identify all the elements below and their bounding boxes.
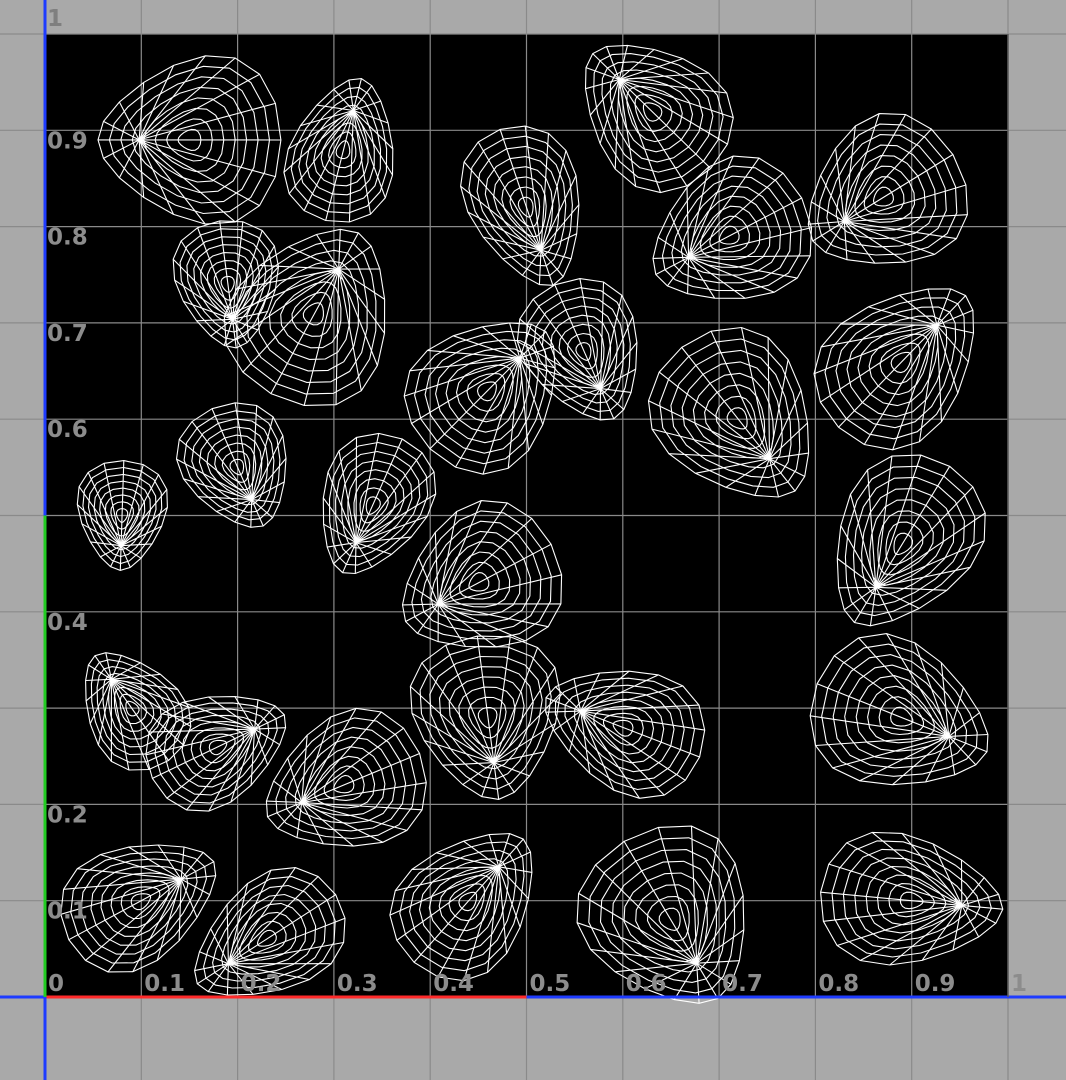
v-tick-label: 1 (47, 6, 63, 32)
v-tick-label: 0.9 (47, 128, 88, 154)
island-spoke (355, 437, 358, 543)
u-tick-label: 1 (1011, 971, 1027, 997)
u-tick-label: 0.3 (337, 971, 378, 997)
v-tick-label: 0.7 (47, 321, 88, 347)
v-tick-label: 0.4 (47, 610, 88, 636)
u-tick-label: 0.8 (818, 971, 859, 997)
u-tick-label: 0 (48, 971, 64, 997)
uv-editor-viewport[interactable]: 0 0.1 0.2 0.3 0.4 0.5 0.6 0.7 0.8 0.9 1 1 0.9 0.8 0.7 0… (0, 0, 1066, 1080)
v-tick-label: 0.2 (47, 802, 88, 828)
u-tick-label: 0.2 (241, 971, 282, 997)
u-tick-label: 0.1 (144, 971, 185, 997)
island-spoke (838, 586, 876, 589)
u-tick-label: 0.9 (915, 971, 956, 997)
u-tick-label: 0.6 (626, 971, 667, 997)
v-tick-label: 0.1 (47, 899, 88, 925)
u-tick-label: 0.5 (530, 971, 571, 997)
v-tick-label: 0.8 (47, 225, 88, 251)
u-tick-label: 0.7 (722, 971, 763, 997)
v-tick-label: 0.6 (47, 417, 88, 443)
island-spoke (354, 542, 357, 574)
u-tick-label: 0.4 (433, 971, 474, 997)
